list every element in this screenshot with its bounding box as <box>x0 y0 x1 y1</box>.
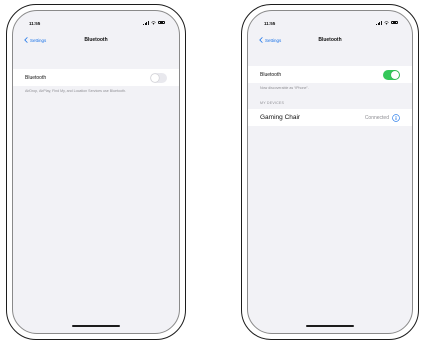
my-devices-header: MY DEVICES <box>260 101 285 105</box>
home-indicator[interactable] <box>72 324 120 327</box>
status-time: 11:55 <box>264 21 276 26</box>
bluetooth-toggle[interactable] <box>383 69 400 80</box>
page-title: Bluetooth <box>84 37 108 43</box>
toggle-knob <box>151 73 159 82</box>
bluetooth-label: Bluetooth <box>260 71 282 78</box>
device-status: Connected <box>364 114 389 121</box>
wifi-icon <box>384 20 389 25</box>
bluetooth-row: Bluetooth <box>248 66 412 83</box>
right-phone-frame: 11:55 Settings Bluetooth Bluetooth Now d… <box>241 4 419 340</box>
battery-icon <box>158 20 165 25</box>
left-phone-screen: 11:55 Settings Bluetooth Bluetooth AirDr… <box>12 10 180 334</box>
signal-icon <box>376 20 382 25</box>
bluetooth-toggle[interactable] <box>150 72 167 83</box>
bluetooth-row: Bluetooth <box>13 69 179 86</box>
status-time: 11:55 <box>29 21 41 26</box>
wifi-icon <box>151 20 156 25</box>
status-bar: 11:55 <box>13 11 179 31</box>
battery-icon <box>391 20 398 25</box>
nav-bar: Settings Bluetooth <box>248 33 412 51</box>
bluetooth-label: Bluetooth <box>25 74 47 81</box>
signal-icon <box>143 20 149 25</box>
bluetooth-footnote: AirDrop, AirPlay, Find My, and Location … <box>25 89 126 93</box>
right-phone-screen: 11:55 Settings Bluetooth Bluetooth Now d… <box>247 10 413 334</box>
status-icons <box>376 20 398 25</box>
nav-bar: Settings Bluetooth <box>13 33 179 51</box>
discoverable-note: Now discoverable as “iPhone”. <box>260 86 309 90</box>
left-phone-frame: 11:55 Settings Bluetooth Bluetooth AirDr… <box>6 4 186 340</box>
device-name: Gaming Chair <box>260 114 301 121</box>
home-indicator[interactable] <box>306 324 354 327</box>
status-icons <box>143 20 165 25</box>
device-row[interactable]: Gaming Chair Connected <box>248 109 412 126</box>
info-icon[interactable] <box>392 113 400 122</box>
device-status-group: Connected <box>364 113 400 122</box>
toggle-knob <box>391 70 399 79</box>
status-bar: 11:55 <box>248 11 412 31</box>
page-title: Bluetooth <box>318 37 342 43</box>
